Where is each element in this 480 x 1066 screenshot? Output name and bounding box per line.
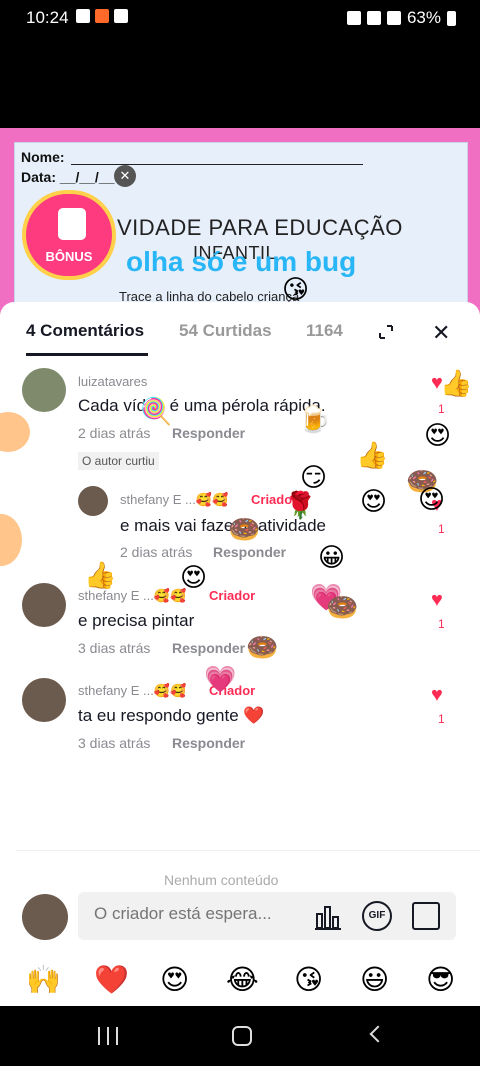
comment-input[interactable] — [94, 904, 304, 924]
comment-username[interactable]: sthefany E ...🥰🥰 — [78, 683, 186, 699]
worksheet-date-label: Data: __/__/__ — [21, 169, 115, 185]
mute-icon — [366, 11, 381, 25]
avatar[interactable] — [22, 583, 66, 627]
youtube-icon — [114, 9, 128, 23]
comment-text: ta eu respondo gente ❤️ — [78, 706, 265, 725]
quick-emoji-bar: 🙌 ❤️ 😍 😂 😘 😃 😎 — [0, 960, 480, 1000]
floating-reaction: 😍 — [180, 562, 208, 592]
comment-time: 2 dias atrás — [120, 544, 193, 560]
no-content-text: Nenhum conteúdo — [164, 872, 279, 888]
notification-icons — [76, 9, 128, 23]
status-time: 10:24 — [26, 8, 69, 27]
expand-icon[interactable] — [378, 324, 394, 340]
bonus-badge[interactable]: BÔNUS — [22, 190, 116, 280]
like-count: 1 — [438, 617, 445, 631]
floating-reaction: 🍩 — [228, 514, 261, 544]
tab-comments[interactable]: 4 Comentários — [26, 321, 144, 341]
status-bar: 10:24 63% — [0, 0, 480, 36]
back-icon[interactable] — [369, 1025, 387, 1043]
image-icon[interactable] — [412, 902, 440, 930]
name-rule — [71, 164, 363, 165]
battery-percent: 63% — [406, 8, 441, 27]
wifi-icon — [386, 11, 401, 25]
floating-reaction: 😍 — [418, 484, 446, 514]
app-notification-icon — [95, 9, 109, 23]
avatar[interactable] — [22, 368, 66, 412]
home-icon[interactable] — [232, 1026, 252, 1046]
alarm-icon — [346, 11, 361, 25]
emoji-laughing[interactable]: 😂 — [226, 960, 259, 1000]
heart-icon[interactable]: ♥ — [431, 684, 443, 707]
emoji-smile[interactable]: 😃 — [360, 960, 389, 1000]
reply-button[interactable]: Responder — [172, 735, 245, 751]
comment-time: 3 dias atrás — [78, 640, 151, 656]
floating-reaction: 🍩 — [246, 632, 279, 662]
comment-time: 2 dias atrás — [78, 425, 151, 441]
comment-username[interactable]: sthefany E ...🥰🥰 — [120, 492, 228, 508]
bonus-label: BÔNUS — [45, 249, 93, 264]
tab-likes[interactable]: 54 Curtidas — [179, 321, 272, 341]
comment-time: 3 dias atrás — [78, 735, 151, 751]
close-icon[interactable]: ✕ — [114, 165, 136, 187]
divider — [16, 850, 480, 851]
reply-button[interactable]: Responder — [172, 425, 245, 441]
heart-icon[interactable]: ♥ — [431, 589, 443, 612]
video-call-icon — [76, 9, 90, 23]
floating-reaction: 🍭 — [140, 396, 173, 426]
recent-apps-icon[interactable] — [98, 1027, 118, 1045]
comment-input-box[interactable]: GIF — [78, 892, 456, 940]
gif-icon[interactable]: GIF — [362, 901, 392, 931]
like-count: 1 — [438, 712, 445, 726]
close-sheet-icon[interactable]: ✕ — [432, 320, 450, 346]
reply-button[interactable]: Responder — [213, 544, 286, 560]
comment-text: e precisa pintar — [78, 611, 195, 630]
comment-text: Cada vídeo é uma pérola rápida. — [78, 396, 326, 415]
emoji-heart-eyes[interactable]: 😍 — [160, 960, 189, 1000]
reply-button[interactable]: Responder — [172, 640, 245, 656]
floating-reaction: 😘 — [282, 274, 310, 304]
floating-reaction: 😀 — [318, 542, 346, 572]
floating-reaction: 😍 — [424, 420, 452, 450]
battery-icon — [447, 10, 456, 26]
gift-bag-icon — [58, 208, 86, 240]
user-avatar — [22, 894, 68, 940]
floating-reaction: 😏 — [300, 462, 328, 492]
emoji-heart[interactable]: ❤️ — [94, 960, 129, 1000]
avatar[interactable] — [22, 678, 66, 722]
floating-reaction: 👍 — [356, 440, 389, 470]
tab-views[interactable]: 1164 — [306, 321, 343, 341]
worksheet-title: VIDADE PARA EDUCAÇÃO — [117, 215, 403, 240]
like-count: 1 — [438, 522, 445, 536]
comment-username[interactable]: luizatavares — [78, 374, 147, 389]
worksheet-name-label: Nome: — [21, 149, 65, 165]
floating-reaction: 🌹 — [284, 490, 317, 520]
video-overlay-text: olha só e um bug — [126, 246, 357, 277]
system-nav-bar — [0, 1006, 480, 1066]
emoji-kiss[interactable]: 😘 — [294, 960, 323, 1000]
emoji-sunglasses[interactable]: 😎 — [426, 960, 455, 1000]
avatar[interactable] — [78, 486, 108, 516]
floating-reaction: 🍺 — [298, 404, 331, 434]
active-tab-indicator — [26, 353, 148, 356]
creator-tag: Criador — [209, 588, 256, 603]
floating-reaction: 💗 — [204, 664, 237, 694]
floating-reaction: 😍 — [360, 486, 388, 516]
floating-reaction: 👍 — [440, 368, 473, 398]
like-count: 1 — [438, 402, 445, 416]
chart-icon[interactable] — [314, 904, 342, 930]
system-icons: 63% — [346, 8, 456, 28]
emoji-raise-hands[interactable]: 🙌 — [26, 960, 61, 1000]
author-liked-badge: O autor curtiu — [78, 452, 159, 470]
floating-reaction: 🍩 — [326, 592, 359, 622]
floating-reaction: 👍 — [84, 560, 117, 590]
comment-tabs: 4 Comentários 54 Curtidas 1164 ✕ — [0, 302, 480, 358]
